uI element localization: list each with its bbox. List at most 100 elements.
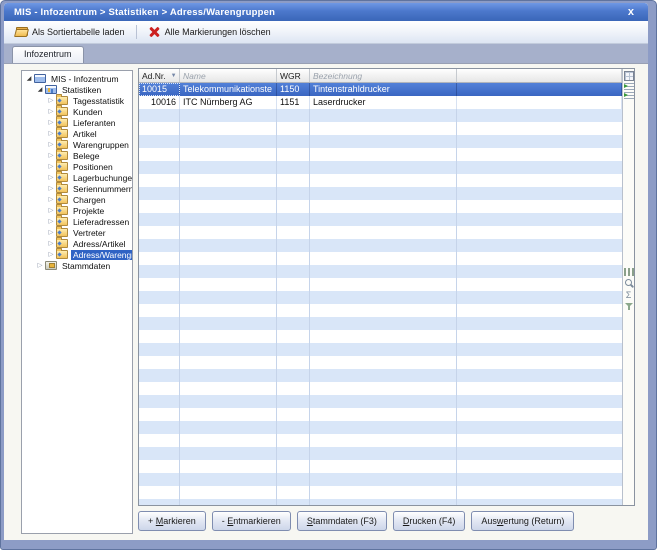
- expand-arrow-icon[interactable]: ▷: [46, 162, 56, 172]
- grid-side-icons-top: [623, 70, 634, 101]
- grid-cell[interactable]: 1150: [277, 83, 310, 96]
- grid-cell[interactable]: Telekommunikationste: [180, 83, 277, 96]
- tree-item[interactable]: ◢ Statistiken: [22, 84, 132, 95]
- tree-item[interactable]: ▷ Lieferadressen: [22, 216, 132, 227]
- expand-arrow-icon[interactable]: ▷: [46, 195, 56, 205]
- column-header[interactable]: [457, 69, 622, 82]
- grid-cell[interactable]: ITC Nürnberg AG: [180, 96, 277, 109]
- search-icon[interactable]: [624, 278, 634, 288]
- toolbar-item[interactable]: Als Sortiertabelle laden: [10, 24, 130, 40]
- expand-arrow-icon[interactable]: ◢: [24, 74, 34, 84]
- sum-icon[interactable]: [624, 290, 634, 300]
- expand-arrow-icon[interactable]: ▷: [46, 151, 56, 161]
- folder-icon: [56, 129, 68, 138]
- sort-desc-icon: ▼: [171, 73, 177, 79]
- grid-cell[interactable]: 1151: [277, 96, 310, 109]
- expand-arrow-icon[interactable]: ▷: [46, 239, 56, 249]
- toolbar-separator: [136, 25, 137, 39]
- button-auswertung-return[interactable]: Auswertung (Return): [471, 511, 574, 531]
- folder-icon: [56, 107, 68, 116]
- tree-item[interactable]: ◢ MIS - Infozentrum: [22, 73, 132, 84]
- grid-header: Ad.Nr. ▼ Name WGR Bezeichnung: [139, 69, 622, 83]
- button-markieren[interactable]: + Markieren: [138, 511, 206, 531]
- expand-arrow-icon[interactable]: ▷: [46, 107, 56, 117]
- tree-item[interactable]: ▷ Belege: [22, 150, 132, 161]
- folder-icon: [56, 118, 68, 127]
- tree-item[interactable]: ▷ Seriennummern: [22, 183, 132, 194]
- expand-arrow-icon[interactable]: ▷: [46, 184, 56, 194]
- filter-icon[interactable]: [624, 302, 634, 312]
- toolbar-item[interactable]: Alle Markierungen löschen: [143, 24, 276, 40]
- title-bar[interactable]: MIS - Infozentrum > Statistiken > Adress…: [4, 3, 648, 21]
- tree-item[interactable]: ▷ Adress/Artikel: [22, 238, 132, 249]
- tree-item[interactable]: ▷ Chargen: [22, 194, 132, 205]
- table-row[interactable]: 10016ITC Nürnberg AG1151Laserdrucker: [139, 96, 622, 109]
- expand-arrow-icon[interactable]: ▷: [46, 129, 56, 139]
- tree-item[interactable]: ▷ Stammdaten: [22, 260, 132, 271]
- tree-item-label: Stammdaten: [60, 261, 112, 271]
- grid-cell[interactable]: [457, 96, 622, 109]
- grid-cell[interactable]: 10016: [139, 96, 180, 109]
- expand-arrow-icon[interactable]: ◢: [35, 85, 45, 95]
- column-separator: [309, 83, 310, 505]
- grid-side-icons-middle: [623, 267, 634, 314]
- tree-item[interactable]: ▷ Projekte: [22, 205, 132, 216]
- grid-cell[interactable]: 10015: [139, 83, 180, 96]
- button-drucken-f4[interactable]: Drucken (F4): [393, 511, 466, 531]
- expand-arrow-icon[interactable]: ▷: [35, 261, 45, 271]
- tree-item-label: Statistiken: [60, 85, 103, 95]
- window-inner: MIS - Infozentrum > Statistiken > Adress…: [4, 3, 648, 540]
- tree-item[interactable]: ▷ Tagesstatistik: [22, 95, 132, 106]
- tree-item-label: MIS - Infozentrum: [49, 74, 121, 84]
- toolbar-item-label: Als Sortiertabelle laden: [32, 27, 125, 37]
- tree-item-label: Lieferanten: [71, 118, 118, 128]
- folder-icon: [56, 206, 68, 215]
- close-button[interactable]: x: [622, 5, 640, 19]
- expand-arrow-icon[interactable]: ▷: [46, 206, 56, 216]
- column-separator: [276, 83, 277, 505]
- tree-item[interactable]: ▷ Positionen: [22, 161, 132, 172]
- tree-item[interactable]: ▷ Kunden: [22, 106, 132, 117]
- tree-item-label: Artikel: [71, 129, 99, 139]
- infocenter-icon: [34, 74, 46, 83]
- expand-arrow-icon[interactable]: ▷: [46, 118, 56, 128]
- column-header[interactable]: WGR: [277, 69, 310, 82]
- tree-item[interactable]: ▷ Vertreter: [22, 227, 132, 238]
- expand-arrow-icon[interactable]: ▷: [46, 173, 56, 183]
- row-add-icon[interactable]: [624, 92, 634, 99]
- tree-item[interactable]: ▷ Warengruppen: [22, 139, 132, 150]
- button-entmarkieren[interactable]: - Entmarkieren: [212, 511, 291, 531]
- grid-icon[interactable]: [624, 71, 634, 81]
- column-header-label: Ad.Nr.: [142, 71, 166, 81]
- tree-item-label: Lieferadressen: [71, 217, 131, 227]
- column-header-label: Bezeichnung: [313, 71, 362, 81]
- grid-cell[interactable]: [457, 83, 622, 96]
- tab-strip: Infozentrum: [4, 44, 648, 63]
- column-header[interactable]: Ad.Nr. ▼: [139, 69, 180, 82]
- window-title: MIS - Infozentrum > Statistiken > Adress…: [14, 7, 622, 18]
- expand-arrow-icon[interactable]: ▷: [46, 250, 56, 260]
- tree-item-label: Chargen: [71, 195, 108, 205]
- grid-cell[interactable]: Laserdrucker: [310, 96, 457, 109]
- masterdata-icon: [45, 261, 57, 270]
- tree-item-label: Seriennummern: [71, 184, 132, 194]
- expand-arrow-icon[interactable]: ▷: [46, 140, 56, 150]
- expand-arrow-icon[interactable]: ▷: [46, 96, 56, 106]
- tree-item-label: Adress/Warengruppen: [71, 250, 132, 260]
- expand-arrow-icon[interactable]: ▷: [46, 217, 56, 227]
- columns-icon[interactable]: [624, 268, 634, 276]
- tree-item-label: Belege: [71, 151, 101, 161]
- expand-arrow-icon[interactable]: ▷: [46, 228, 56, 238]
- table-row[interactable]: 10015Telekommunikationste1150Tintenstrah…: [139, 83, 622, 96]
- tree-item[interactable]: ▷ Artikel: [22, 128, 132, 139]
- button-stammdaten-f3[interactable]: Stammdaten (F3): [297, 511, 387, 531]
- tab-infozentrum[interactable]: Infozentrum: [12, 46, 84, 63]
- tree-item[interactable]: ▷ Lieferanten: [22, 117, 132, 128]
- tree-item[interactable]: ▷ Lagerbuchungen: [22, 172, 132, 183]
- tree-item[interactable]: ▷ Adress/Warengruppen: [22, 249, 132, 260]
- row-insert-icon[interactable]: [624, 83, 634, 90]
- column-header[interactable]: Name: [180, 69, 277, 82]
- grid-cell[interactable]: Tintenstrahldrucker: [310, 83, 457, 96]
- statistics-icon: [45, 85, 57, 94]
- column-header[interactable]: Bezeichnung: [310, 69, 457, 82]
